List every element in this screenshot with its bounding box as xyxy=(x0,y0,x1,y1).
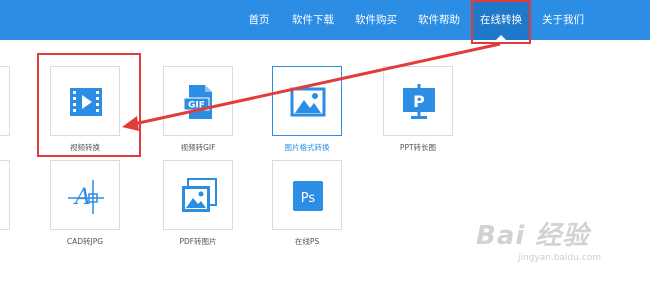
watermark-logo: Bai 经验 xyxy=(476,221,590,251)
watermark-url: jingyan.baidu.com xyxy=(518,253,602,263)
baidu-jingyan-watermark: Bai 经验 jingyan.baidu.com xyxy=(476,215,636,273)
